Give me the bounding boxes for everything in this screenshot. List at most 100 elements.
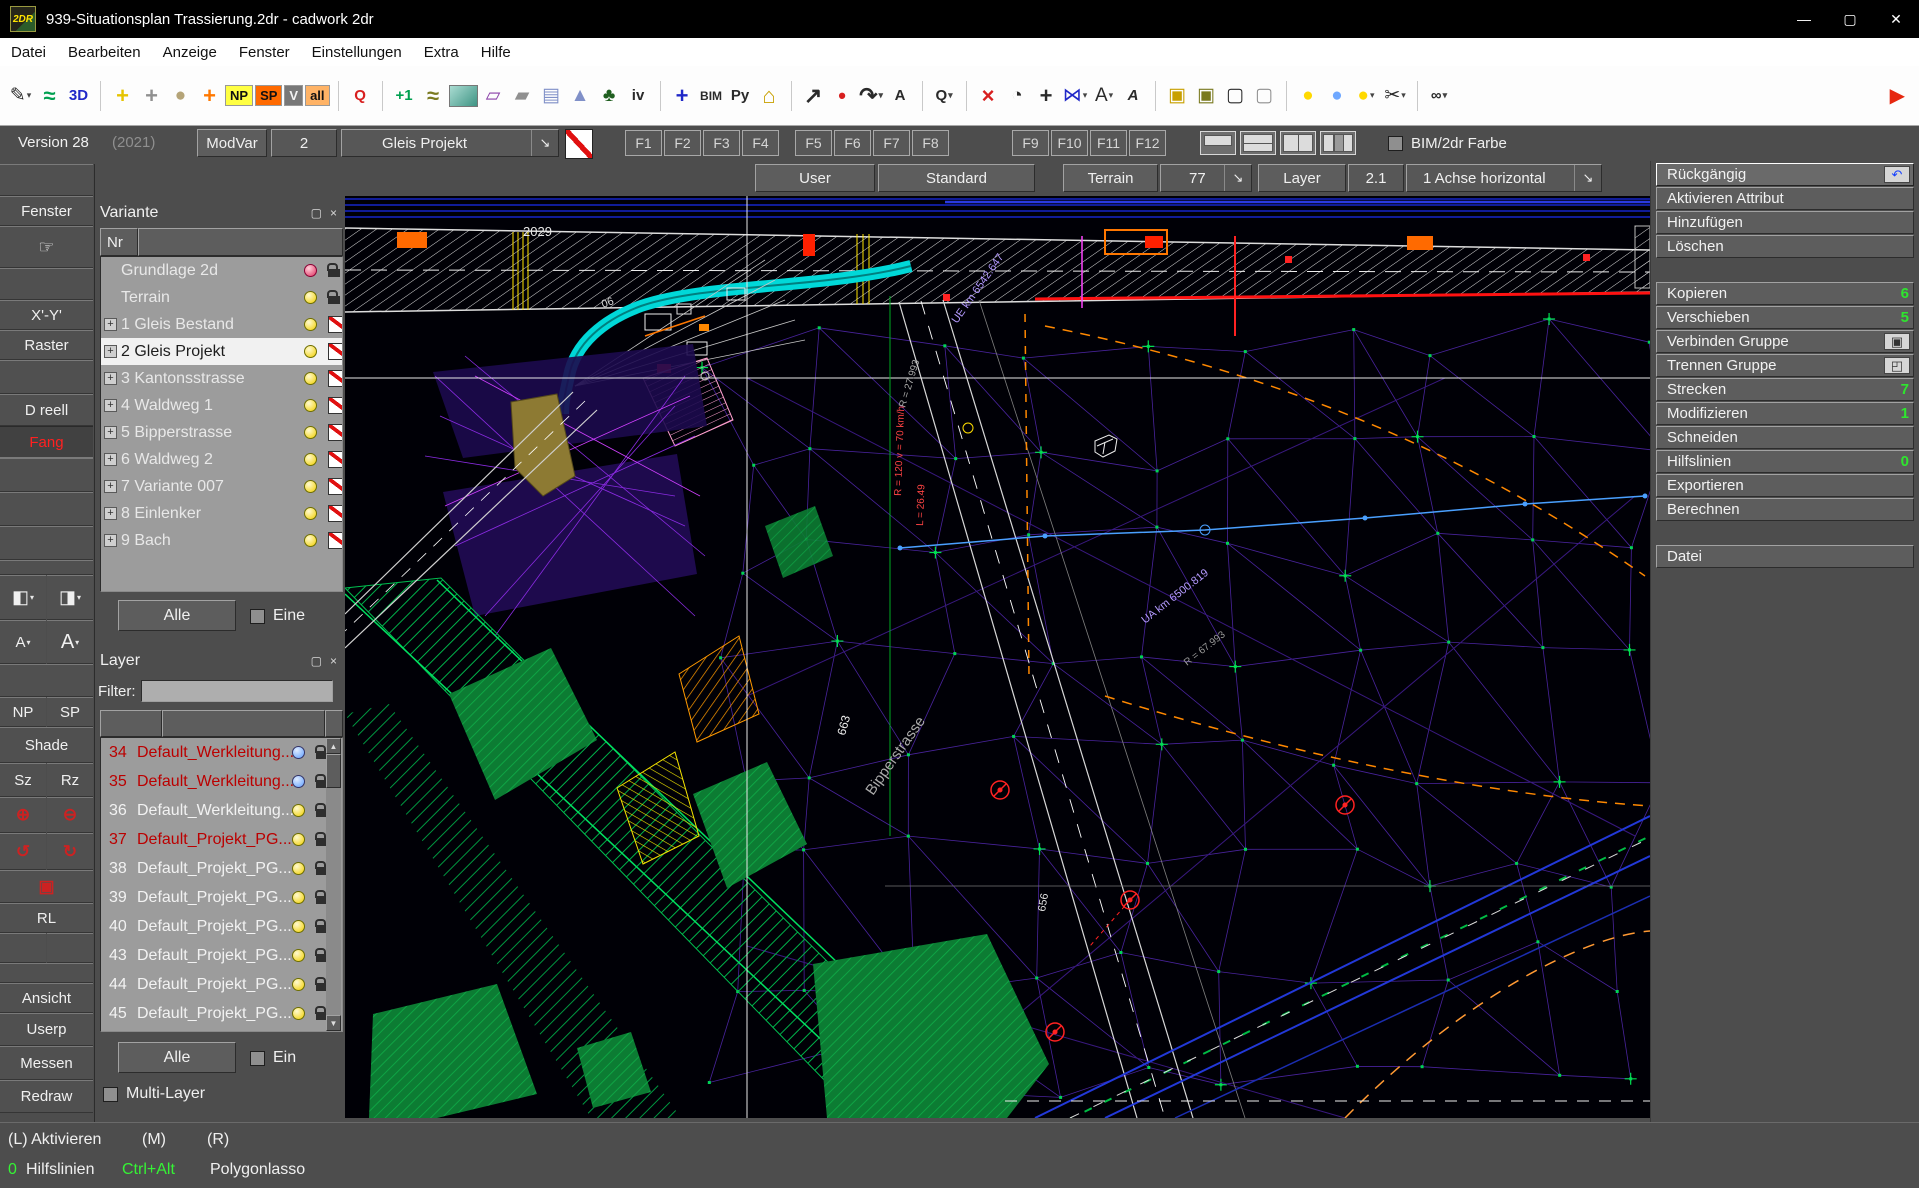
layer-row[interactable]: 36Default_Werkleitung...: [101, 796, 342, 825]
f6-button[interactable]: F6: [834, 130, 871, 156]
sidebar-fenster-button[interactable]: Fenster: [0, 196, 93, 226]
frame-icon[interactable]: ▢: [1222, 78, 1249, 114]
variante-row[interactable]: +9 Bach: [101, 527, 342, 554]
scroll-up-icon[interactable]: ▲: [326, 738, 341, 754]
delete-icon[interactable]: ×: [975, 78, 1002, 114]
all-badge[interactable]: all: [305, 85, 329, 106]
filter-input[interactable]: [141, 680, 333, 702]
layer-nr-header[interactable]: [100, 710, 162, 737]
rotate-icon[interactable]: ↷: [858, 78, 885, 114]
sidebar-xy-button[interactable]: X'-Y': [0, 300, 93, 330]
minimize-button[interactable]: —: [1781, 0, 1827, 38]
sidebar-userp-button[interactable]: Userp: [0, 1013, 93, 1046]
surface-icon[interactable]: ●: [167, 78, 194, 114]
tile-mode-icon[interactable]: ◧: [0, 575, 46, 620]
axis-icon[interactable]: +: [196, 78, 223, 114]
close-button[interactable]: ✕: [1873, 0, 1919, 38]
menu-bearbeiten[interactable]: Bearbeiten: [57, 38, 152, 66]
visibility-bulb-icon[interactable]: [304, 345, 317, 358]
visibility-bulb-icon[interactable]: [292, 978, 305, 991]
sidebar-raster-button[interactable]: Raster: [0, 330, 93, 360]
sp-badge[interactable]: SP: [255, 85, 282, 106]
visibility-bulb-icon[interactable]: [292, 775, 305, 788]
menu-anzeige[interactable]: Anzeige: [152, 38, 228, 66]
layer-row[interactable]: 40Default_Projekt_PG...: [101, 912, 342, 941]
modvar-value[interactable]: 2: [271, 129, 337, 157]
menu-extra[interactable]: Extra: [413, 38, 470, 66]
menu-fenster[interactable]: Fenster: [228, 38, 301, 66]
text-small-icon[interactable]: A: [0, 620, 46, 664]
sidebar-redraw-button[interactable]: Redraw: [0, 1080, 93, 1113]
visibility-bulb-icon[interactable]: [304, 507, 317, 520]
sidebar-shade-button[interactable]: Shade: [0, 727, 93, 763]
action-verbinden-gruppe[interactable]: Verbinden Gruppe▣: [1656, 330, 1914, 353]
spline-icon[interactable]: ≈: [420, 78, 447, 114]
action-rueckgaengig[interactable]: Rückgängig↶: [1656, 163, 1914, 186]
sidebar-dreell-button[interactable]: D reell: [0, 394, 93, 426]
python-icon[interactable]: Py: [727, 78, 754, 114]
expand-icon[interactable]: +: [104, 345, 117, 358]
search-binoculars-icon[interactable]: ∞: [1426, 78, 1453, 114]
visibility-bulb-icon[interactable]: [304, 426, 317, 439]
zoom-previous-button[interactable]: ↺: [0, 833, 46, 870]
multilayer-checkbox[interactable]: [103, 1087, 118, 1102]
layer-row[interactable]: 43Default_Projekt_PG...: [101, 941, 342, 970]
bim-add-icon[interactable]: +: [669, 78, 696, 114]
layer-alle-button[interactable]: Alle: [118, 1042, 236, 1073]
zoom-all-button[interactable]: ↻: [47, 833, 93, 870]
lamp-new-icon[interactable]: ●: [1353, 78, 1380, 114]
action-datei[interactable]: Datei: [1656, 545, 1914, 568]
scrollbar-thumb[interactable]: [326, 754, 341, 788]
standard-button[interactable]: Standard: [878, 164, 1035, 192]
point-red-icon[interactable]: •: [829, 78, 856, 114]
visibility-bulb-icon[interactable]: [304, 453, 317, 466]
action-verschieben[interactable]: Verschieben5: [1656, 306, 1914, 329]
eine-checkbox[interactable]: [250, 609, 265, 624]
action-aktivieren-attribut[interactable]: Aktivieren Attribut: [1656, 187, 1914, 210]
insert-point-icon[interactable]: +1: [391, 78, 418, 114]
expand-icon[interactable]: +: [104, 507, 117, 520]
hatch-icon[interactable]: [449, 85, 478, 107]
layer-row[interactable]: 39Default_Projekt_PG...: [101, 883, 342, 912]
np-badge[interactable]: NP: [225, 85, 253, 106]
f3-button[interactable]: F3: [703, 130, 740, 156]
layer-row[interactable]: 38Default_Projekt_PG...: [101, 854, 342, 883]
close-panel-icon[interactable]: ×: [330, 206, 337, 220]
tile-mode2-icon[interactable]: ◨: [47, 575, 93, 620]
lamp-blue-icon[interactable]: ●: [1324, 78, 1351, 114]
zoom-disabled-icon[interactable]: Q: [347, 78, 374, 114]
point-gray-icon[interactable]: +: [138, 78, 165, 114]
variante-row[interactable]: +1 Gleis Bestand: [101, 311, 342, 338]
dial-icon[interactable]: ◔: [1004, 78, 1031, 114]
maximize-button[interactable]: ▢: [1827, 0, 1873, 38]
variante-row[interactable]: Terrain: [101, 284, 342, 311]
layer-name-header[interactable]: [162, 710, 325, 737]
cad-drawing[interactable]: 2029 06 UE km 6542.647 R = 27.993 R = 12…: [345, 196, 1650, 1118]
variante-row[interactable]: +5 Bipperstrasse: [101, 419, 342, 446]
pen-swatch-icon[interactable]: [328, 478, 343, 495]
name-column-header[interactable]: [138, 228, 343, 256]
bim-icon[interactable]: BIM: [698, 78, 725, 114]
sidebar-rl-button[interactable]: RL: [0, 903, 93, 933]
tree-icon[interactable]: ♣: [596, 78, 623, 114]
action-loeschen[interactable]: Löschen: [1656, 235, 1914, 258]
action-kopieren[interactable]: Kopieren6: [1656, 282, 1914, 305]
scissors-icon[interactable]: ✂: [1382, 78, 1409, 114]
f8-button[interactable]: F8: [912, 130, 949, 156]
3d-icon[interactable]: 3D: [65, 78, 92, 114]
modvar-button[interactable]: ModVar: [197, 129, 267, 157]
sidebar-rz-button[interactable]: Rz: [47, 763, 93, 797]
visibility-bulb-icon[interactable]: [304, 264, 317, 277]
pen-swatch-icon[interactable]: [328, 370, 343, 387]
sidebar-sz-button[interactable]: Sz: [0, 763, 46, 797]
move-icon[interactable]: +: [1033, 78, 1060, 114]
layer-value[interactable]: 2.1: [1348, 164, 1404, 192]
zoom-icon[interactable]: Q: [931, 78, 958, 114]
menu-datei[interactable]: Datei: [0, 38, 57, 66]
sidebar-fang-button[interactable]: Fang: [0, 426, 93, 458]
roof3d-icon[interactable]: ▲: [567, 78, 594, 114]
variante-row[interactable]: +3 Kantonsstrasse: [101, 365, 342, 392]
action-hilfslinien[interactable]: Hilfslinien0: [1656, 450, 1914, 473]
f7-button[interactable]: F7: [873, 130, 910, 156]
user-button[interactable]: User: [755, 164, 875, 192]
